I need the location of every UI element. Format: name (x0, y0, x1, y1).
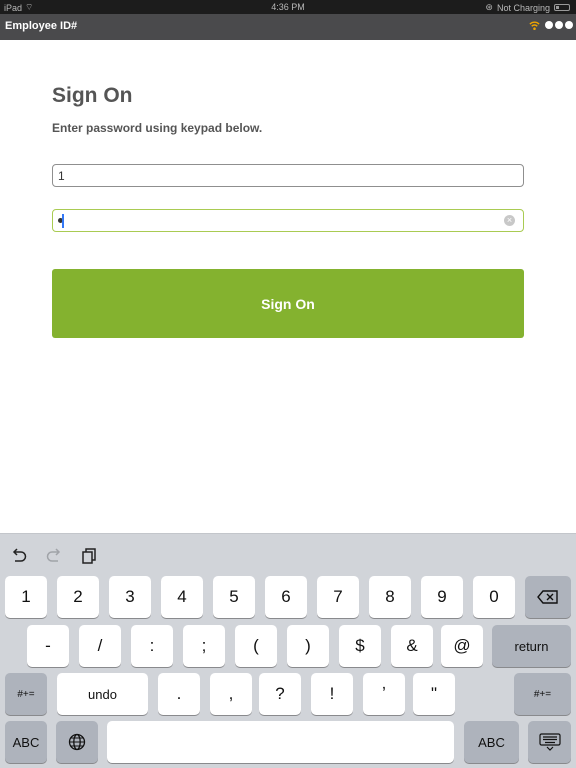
key-question[interactable]: ? (259, 673, 301, 715)
orientation-lock-icon: ⊛ (485, 2, 493, 12)
undo-key[interactable]: undo (57, 673, 148, 715)
battery-icon (554, 4, 570, 11)
charging-status: Not Charging (496, 2, 550, 13)
space-key[interactable] (107, 721, 454, 763)
redo-icon[interactable] (44, 546, 64, 566)
symbols-key-left[interactable]: #+= (5, 673, 47, 715)
keyboard-toolbar (0, 534, 200, 574)
key-open-paren[interactable]: ( (235, 625, 277, 667)
text-caret (62, 214, 64, 228)
undo-icon[interactable] (9, 546, 29, 566)
page-title: Sign On (52, 84, 133, 107)
globe-icon (68, 733, 86, 751)
password-field[interactable]: × (52, 209, 524, 232)
key-1[interactable]: 1 (5, 576, 47, 618)
abc-key-right[interactable]: ABC (464, 721, 519, 763)
key-5[interactable]: 5 (213, 576, 255, 618)
hide-keyboard-key[interactable] (528, 721, 571, 763)
status-bar: iPad ⌔ 4:36 PM ⊛ Not Charging (0, 0, 576, 14)
key-2[interactable]: 2 (57, 576, 99, 618)
sign-on-button[interactable]: Sign On (52, 269, 524, 338)
status-right: ⊛ Not Charging (485, 2, 570, 13)
key-0[interactable]: 0 (473, 576, 515, 618)
key-slash[interactable]: / (79, 625, 121, 667)
paste-icon[interactable] (79, 546, 99, 566)
employee-id-value: 1 (58, 169, 65, 183)
key-ampersand[interactable]: & (391, 625, 433, 667)
key-exclamation[interactable]: ! (311, 673, 353, 715)
key-7[interactable]: 7 (317, 576, 359, 618)
key-semicolon[interactable]: ; (183, 625, 225, 667)
return-key[interactable]: return (492, 625, 571, 667)
key-period[interactable]: . (158, 673, 200, 715)
more-menu-icon[interactable] (545, 21, 573, 29)
key-colon[interactable]: : (131, 625, 173, 667)
key-hyphen[interactable]: - (27, 625, 69, 667)
clear-field-icon[interactable]: × (504, 215, 515, 226)
globe-key[interactable] (56, 721, 98, 763)
key-apostrophe[interactable]: ʼ (363, 673, 405, 715)
symbols-key-right[interactable]: #+= (514, 673, 571, 715)
key-quote[interactable]: ʺ (413, 673, 455, 715)
onscreen-keyboard: 1 2 3 4 5 6 7 8 9 0 - / : ; ( ) $ & @ re… (0, 533, 576, 768)
key-4[interactable]: 4 (161, 576, 203, 618)
backspace-icon (537, 590, 558, 604)
key-dollar[interactable]: $ (339, 625, 381, 667)
key-8[interactable]: 8 (369, 576, 411, 618)
employee-id-field[interactable]: 1 (52, 164, 524, 187)
wifi-icon (529, 21, 540, 30)
key-3[interactable]: 3 (109, 576, 151, 618)
key-9[interactable]: 9 (421, 576, 463, 618)
key-comma[interactable]: , (210, 673, 252, 715)
key-close-paren[interactable]: ) (287, 625, 329, 667)
key-at[interactable]: @ (441, 625, 483, 667)
instruction-text: Enter password using keypad below. (52, 121, 263, 135)
abc-key-left[interactable]: ABC (5, 721, 47, 763)
key-6[interactable]: 6 (265, 576, 307, 618)
app-header: Employee ID# (0, 14, 576, 40)
keyboard-dismiss-icon (538, 733, 561, 751)
app-title: Employee ID# (5, 20, 78, 32)
delete-key[interactable] (525, 576, 571, 618)
